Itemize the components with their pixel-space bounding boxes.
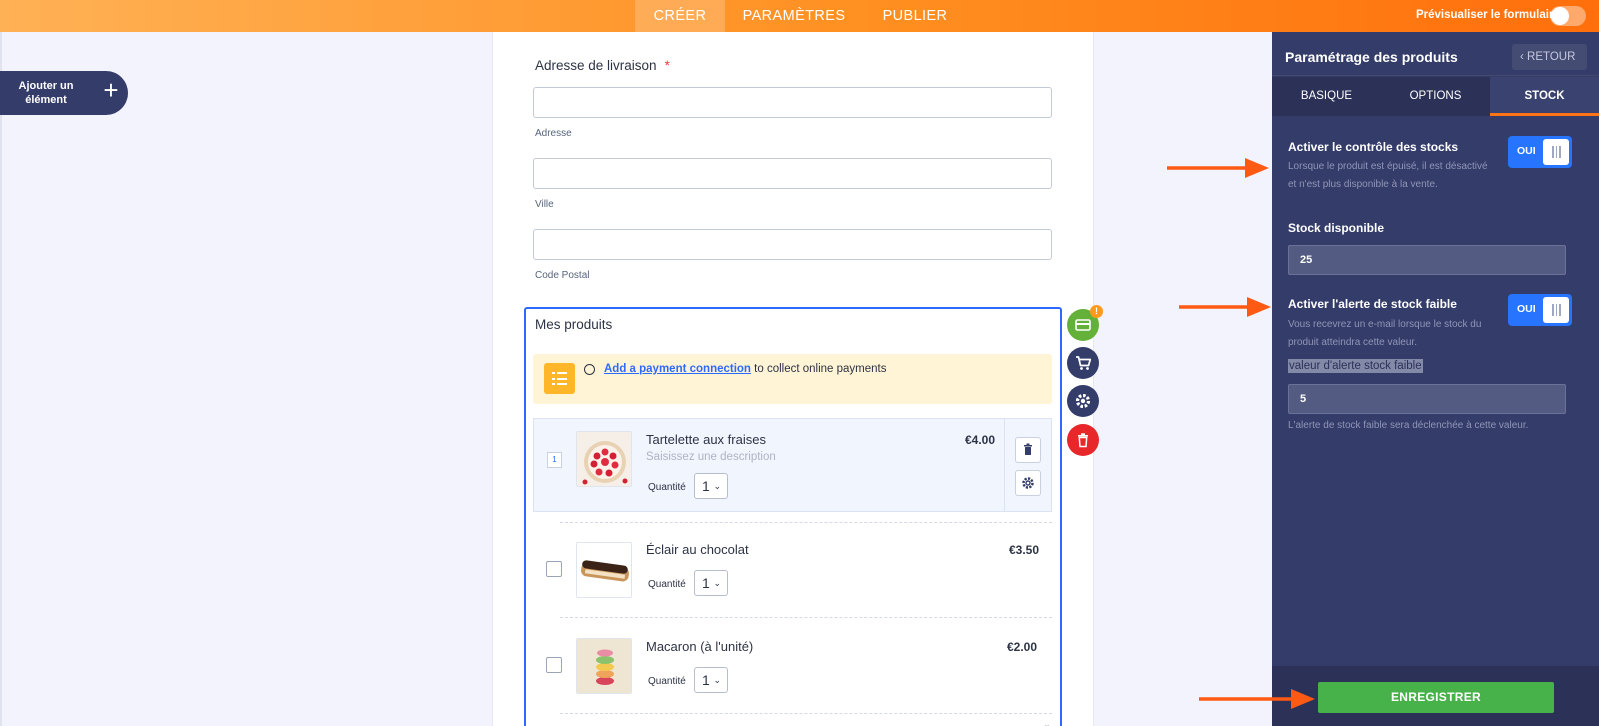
toggle-label: OUI (1517, 303, 1536, 315)
address-input[interactable] (533, 87, 1052, 118)
product-checkbox[interactable] (546, 657, 562, 673)
quantity-select[interactable]: 1 ⌄ (694, 570, 728, 596)
city-sublabel: Ville (535, 199, 554, 210)
city-input[interactable] (533, 158, 1052, 189)
low-stock-alert-toggle[interactable]: OUI (1508, 294, 1572, 326)
gear-icon (1022, 477, 1034, 489)
tab-stock[interactable]: STOCK (1490, 77, 1599, 116)
product-separator (560, 522, 1052, 523)
add-element-label: Ajouter un élément (18, 80, 74, 106)
quantity-label: Quantité (648, 579, 686, 590)
product-actions (1004, 418, 1052, 512)
address-field-label: Adresse de livraison * (535, 58, 670, 73)
list-icon (544, 363, 575, 394)
low-stock-threshold-hint: L'alerte de stock faible sera déclenchée… (1288, 420, 1529, 431)
product-settings-button[interactable] (1015, 470, 1041, 496)
product-price: €4.00 (965, 433, 996, 447)
chevron-down-icon: ⌄ (713, 578, 721, 588)
cart-icon (1076, 356, 1092, 370)
toggle-knob (1543, 297, 1569, 323)
canvas-left-edge (0, 32, 2, 726)
add-element-button[interactable]: Ajouter un élément + (0, 71, 128, 115)
preview-form-toggle[interactable] (1550, 6, 1586, 26)
product-list-title: Mes produits (535, 317, 613, 332)
low-stock-threshold-label: valeur d'alerte stock faible (1288, 359, 1423, 373)
chevron-down-icon: ⌄ (713, 675, 721, 685)
save-button[interactable]: ENREGISTRER (1318, 682, 1554, 713)
delete-product-button[interactable] (1015, 437, 1041, 463)
product-image-tart (576, 431, 632, 487)
toggle-label: OUI (1517, 145, 1536, 157)
quantity-select[interactable]: 1 ⌄ (694, 667, 728, 693)
product-separator (560, 713, 1052, 714)
product-name: Éclair au chocolat (646, 542, 749, 557)
product-separator (560, 617, 1052, 618)
payment-notice (533, 354, 1052, 404)
product-name: Tartelette aux fraises (646, 432, 766, 447)
product-checkbox[interactable] (546, 561, 562, 577)
quantity-label: Quantité (648, 676, 686, 687)
payment-notice-text: Add a payment connection to collect onli… (604, 363, 887, 375)
arrow-icon (1167, 158, 1269, 178)
quantity-value: 1 (702, 478, 710, 494)
stock-control-toggle[interactable]: OUI (1508, 136, 1572, 168)
product-price: €3.50 (1009, 543, 1040, 557)
tab-basic[interactable]: BASIQUE (1272, 77, 1381, 116)
tab-publish[interactable]: PUBLIER (870, 0, 960, 32)
chevron-left-icon: ‹ (1520, 51, 1528, 63)
quantity-value: 1 (702, 672, 710, 688)
arrow-icon (1199, 689, 1315, 709)
stock-control-label: Activer le contrôle des stocks (1288, 140, 1459, 154)
stock-control-description: Lorsque le produit est épuisé, il est dé… (1288, 161, 1488, 190)
product-price: €2.00 (1007, 640, 1038, 654)
radio-icon (584, 364, 595, 375)
arrow-icon (1179, 297, 1271, 317)
required-mark: * (664, 58, 670, 73)
product-number-badge: 1 (547, 452, 562, 468)
toggle-knob (1551, 7, 1569, 25)
cart-button[interactable] (1067, 347, 1099, 379)
low-stock-alert-label: Activer l'alerte de stock faible (1288, 297, 1457, 311)
trash-icon (1078, 433, 1088, 448)
back-label: RETOUR (1527, 51, 1576, 63)
payment-notice-suffix: to collect online payments (750, 363, 887, 375)
product-image-eclair (576, 542, 632, 598)
preview-form-label: Prévisualiser le formulaire (1416, 9, 1560, 21)
postal-code-input[interactable] (533, 229, 1052, 260)
address-label-text: Adresse de livraison (535, 58, 657, 73)
product-image-macaron (576, 638, 632, 694)
low-stock-threshold-input[interactable]: 5 (1288, 384, 1566, 414)
add-payment-connection-link[interactable]: Add a payment connection (604, 363, 751, 375)
trash-icon (1024, 443, 1032, 455)
panel-title: Paramétrage des produits (1285, 49, 1458, 65)
field-settings-button[interactable] (1067, 385, 1099, 417)
warning-badge: ! (1090, 305, 1103, 318)
quantity-select[interactable]: 1 ⌄ (694, 473, 728, 499)
plus-icon: + (103, 75, 119, 105)
chevron-down-icon: ⌄ (713, 481, 721, 491)
stock-available-label: Stock disponible (1288, 221, 1385, 235)
postal-code-sublabel: Code Postal (535, 270, 590, 281)
delete-field-button[interactable] (1067, 424, 1099, 456)
address-sublabel: Adresse (535, 128, 572, 139)
back-button[interactable]: ‹ RETOUR (1512, 44, 1587, 70)
resize-handle[interactable]: ⠶ (1044, 722, 1050, 726)
stock-available-input[interactable]: 25 (1288, 245, 1566, 275)
gear-icon (1075, 393, 1091, 409)
product-name: Macaron (à l'unité) (646, 639, 754, 654)
tab-settings[interactable]: PARAMÈTRES (735, 0, 853, 32)
toggle-knob (1543, 139, 1569, 165)
product-description-placeholder[interactable]: Saisissez une description (646, 451, 776, 463)
low-stock-alert-description: Vous recevrez un e-mail lorsque le stock… (1288, 319, 1482, 348)
quantity-label: Quantité (648, 482, 686, 493)
quantity-value: 1 (702, 575, 710, 591)
tab-options[interactable]: OPTIONS (1381, 77, 1490, 116)
tab-create[interactable]: CRÉER (635, 0, 725, 32)
